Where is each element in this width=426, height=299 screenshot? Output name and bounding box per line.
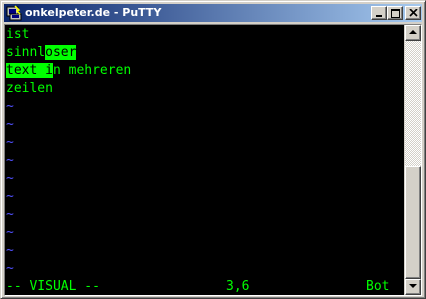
empty-line-marker: ~ [6, 99, 14, 114]
text-line-1: ist [6, 26, 29, 44]
minimize-icon [376, 15, 382, 17]
putty-terminal-icon[interactable] [6, 5, 22, 21]
text-cursor: i [45, 63, 53, 78]
text-line-3: text in mehreren [6, 62, 131, 80]
visual-selection: oser [45, 45, 77, 60]
line-text: sinnl [6, 45, 46, 60]
empty-line-marker: ~ [6, 117, 14, 132]
empty-line-marker: ~ [6, 171, 14, 186]
scroll-down-button[interactable] [405, 279, 421, 295]
maximize-icon [391, 9, 400, 18]
scroll-down-arrow-icon [409, 284, 417, 288]
cursor-position: 3,6 [226, 279, 250, 294]
text-line-2: sinnloser [6, 44, 77, 62]
close-icon [409, 9, 418, 17]
scrollbar-thumb[interactable] [405, 166, 421, 279]
line-text: n mehreren [52, 63, 132, 78]
empty-line-marker: ~ [6, 207, 14, 222]
window-title: onkelpeter.de - PuTTY [25, 6, 162, 19]
terminal-screen[interactable]: ist sinnloser text in mehreren zeilen ~ … [5, 25, 404, 295]
empty-line-marker: ~ [6, 189, 14, 204]
minimize-button[interactable] [371, 6, 387, 20]
vim-mode-indicator: -- VISUAL -- [6, 279, 100, 294]
empty-line-marker: ~ [6, 243, 14, 258]
scroll-up-button[interactable] [405, 25, 421, 41]
putty-window: onkelpeter.de - PuTTY ist sinnloser text… [0, 0, 426, 299]
empty-line-marker: ~ [6, 261, 14, 276]
scroll-position: Bot [366, 279, 390, 294]
line-text: ist [6, 27, 30, 42]
text-line-4: zeilen [6, 80, 53, 98]
empty-line-marker: ~ [6, 225, 14, 240]
close-button[interactable] [405, 6, 421, 20]
vertical-scrollbar[interactable] [405, 25, 421, 295]
maximize-button[interactable] [387, 6, 403, 20]
visual-selection: text [6, 63, 46, 78]
empty-line-marker: ~ [6, 135, 14, 150]
empty-line-marker: ~ [6, 153, 14, 168]
line-text: zeilen [6, 81, 53, 96]
scroll-up-arrow-icon [409, 30, 417, 34]
title-bar[interactable]: onkelpeter.de - PuTTY [4, 4, 422, 22]
